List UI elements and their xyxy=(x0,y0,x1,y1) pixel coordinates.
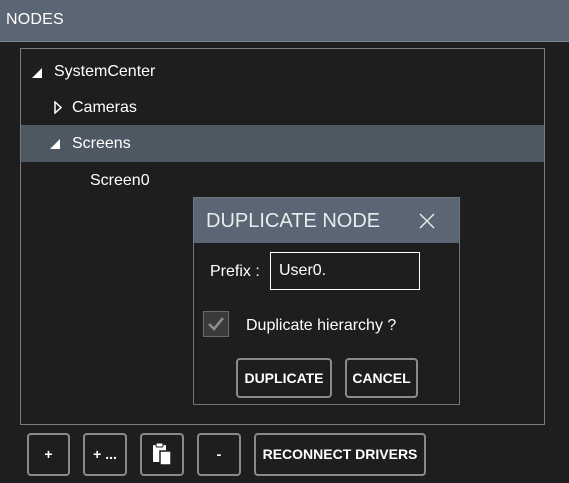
duplicate-hierarchy-label: Duplicate hierarchy ? xyxy=(246,317,397,334)
duplicate-node-dialog: DUPLICATE NODE Prefix : Duplicate hierar… xyxy=(193,197,460,405)
prefix-input[interactable] xyxy=(270,252,420,290)
expanded-triangle-icon[interactable] xyxy=(32,68,42,78)
tree-item-cameras[interactable]: Cameras xyxy=(21,89,544,126)
add-node-options-button[interactable]: + ... xyxy=(83,433,127,476)
prefix-label: Prefix : xyxy=(210,263,260,280)
paste-node-button[interactable] xyxy=(140,433,184,476)
cancel-button[interactable]: CANCEL xyxy=(345,358,418,398)
nodes-header: NODES xyxy=(0,0,569,42)
tree-item-screen0[interactable]: Screen0 xyxy=(21,162,544,199)
paste-icon xyxy=(153,442,172,466)
expanded-triangle-icon[interactable] xyxy=(50,139,60,149)
checkmark-icon xyxy=(208,317,225,331)
tree-item-screens[interactable]: Screens xyxy=(21,125,544,162)
duplicate-button[interactable]: DUPLICATE xyxy=(236,358,332,398)
close-icon[interactable] xyxy=(417,211,437,231)
remove-node-button[interactable]: - xyxy=(197,433,241,476)
collapsed-triangle-icon[interactable] xyxy=(54,101,62,114)
tree-item-systemcenter[interactable]: SystemCenter xyxy=(21,53,544,90)
reconnect-drivers-button[interactable]: RECONNECT DRIVERS xyxy=(254,433,426,476)
dialog-header: DUPLICATE NODE xyxy=(194,198,459,243)
tree-item-label: Cameras xyxy=(72,99,137,116)
tree-item-label: Screen0 xyxy=(90,172,150,189)
add-node-button[interactable]: + xyxy=(27,433,70,476)
tree-item-label: Screens xyxy=(72,135,131,152)
duplicate-hierarchy-checkbox[interactable] xyxy=(203,311,229,337)
tree-item-label: SystemCenter xyxy=(54,63,156,80)
nodes-title: NODES xyxy=(6,11,64,28)
dialog-title: DUPLICATE NODE xyxy=(206,210,381,232)
